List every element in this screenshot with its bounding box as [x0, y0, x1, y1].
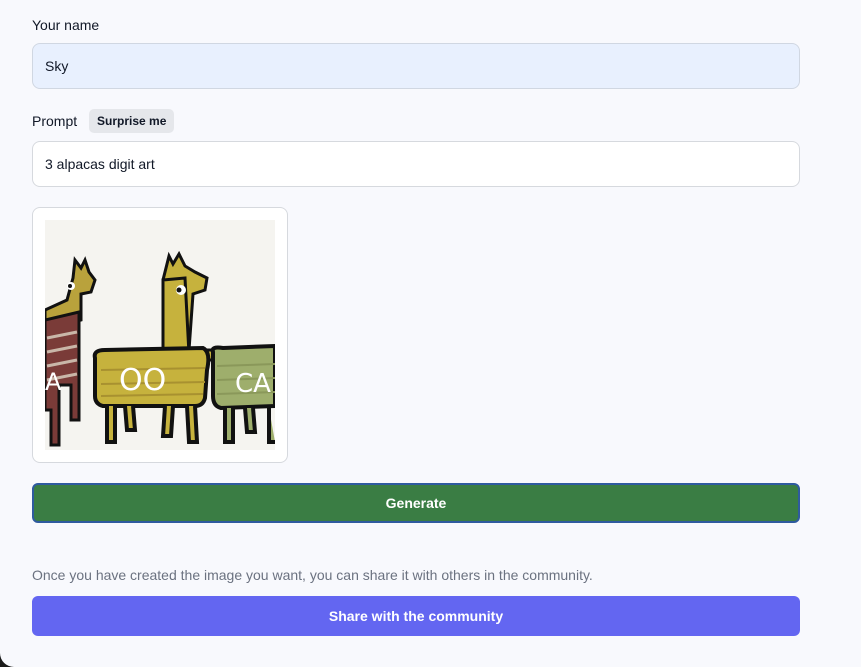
svg-text:CA: CA [235, 369, 271, 399]
generated-image: A OO CA [45, 220, 275, 450]
prompt-input[interactable]: 3 alpacas digit art [32, 141, 800, 187]
page: Your name Sky Prompt Surprise me 3 alpac… [0, 0, 861, 667]
share-hint: Once you have created the image you want… [32, 567, 593, 583]
share-with-community-button[interactable]: Share with the community [32, 596, 800, 636]
surprise-me-button[interactable]: Surprise me [89, 109, 175, 133]
generate-button[interactable]: Generate [32, 483, 800, 523]
generated-image-card: A OO CA [32, 207, 288, 463]
svg-text:OO: OO [119, 363, 166, 398]
name-input[interactable]: Sky [32, 43, 800, 89]
prompt-label: Prompt [32, 113, 78, 129]
svg-text:A: A [45, 368, 62, 396]
name-label: Your name [32, 17, 100, 33]
